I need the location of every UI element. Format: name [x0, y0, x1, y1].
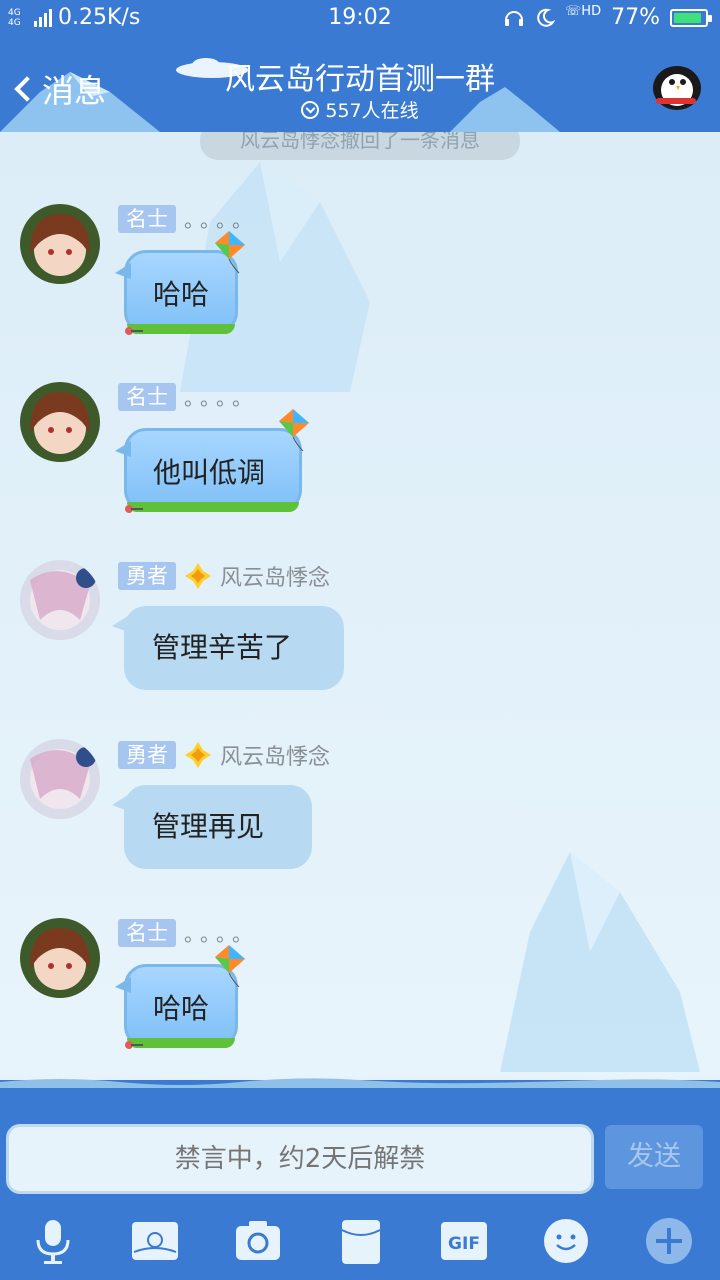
red-packet-icon[interactable]: [336, 1216, 386, 1266]
status-right: ☏HD 77%: [503, 4, 712, 30]
pin-decor-icon: [125, 327, 143, 335]
send-button[interactable]: 发送: [605, 1125, 703, 1189]
pin-decor-icon: [125, 505, 143, 513]
avatar[interactable]: [20, 204, 100, 284]
sender-meta: 名士。。。。: [118, 382, 258, 411]
bubble-grass-decor: [127, 502, 299, 512]
sender-meta: 勇者 风云岛悸念: [118, 560, 330, 592]
bubble-tail: [115, 977, 131, 993]
emoji-icon[interactable]: [541, 1216, 591, 1266]
camera-icon[interactable]: [233, 1216, 283, 1266]
plus-icon[interactable]: [644, 1216, 694, 1266]
avatar[interactable]: [20, 560, 100, 640]
message-text: 管理辛苦了: [152, 631, 293, 664]
title-badge: 名士: [118, 204, 176, 233]
admin-star-icon: [185, 742, 211, 768]
admin-star-icon: [185, 563, 211, 589]
ice-edge-decor: [0, 1078, 720, 1088]
background-iceberg-2: [500, 852, 700, 1072]
message-bubble[interactable]: 管理辛苦了: [112, 606, 344, 690]
group-title[interactable]: 风云岛行动首测一群: [0, 54, 720, 98]
chat-area[interactable]: 风云岛悸念撤回了一条消息 名士。。。。 哈哈 名士。。。。 他叫低调 勇者 风云岛…: [0, 132, 720, 1077]
moon-icon: [537, 8, 556, 27]
chat-header: 消息 风云岛行动首测一群 557人在线: [0, 38, 720, 132]
avatar[interactable]: [20, 382, 100, 462]
kite-icon: [215, 231, 245, 274]
message-bubble[interactable]: 哈哈: [115, 945, 245, 1049]
group-info-penguin-icon[interactable]: [648, 58, 706, 110]
gif-icon[interactable]: GIF: [439, 1216, 489, 1266]
message-bubble[interactable]: 他叫低调: [115, 409, 309, 513]
title-badge: 勇者: [118, 741, 176, 769]
kite-icon: [279, 409, 309, 452]
status-bar: 4G 4G 0.25K/s 19:02 ☏HD 77%: [0, 0, 720, 38]
gif-label: GIF: [448, 1234, 480, 1254]
bubble-tail: [112, 795, 128, 811]
message-bubble[interactable]: 管理再见: [112, 785, 312, 869]
kite-icon: [215, 945, 245, 988]
online-label: 557人在线: [325, 100, 419, 122]
sender-nickname[interactable]: 。。。。: [184, 382, 258, 411]
bubble-tail: [115, 263, 131, 279]
message-text: 哈哈: [153, 992, 210, 1025]
bubble-tail: [115, 441, 131, 457]
message-text: 管理再见: [152, 810, 265, 843]
headset-icon: [505, 10, 524, 26]
input-panel: 发送 GIF: [0, 1078, 720, 1280]
sender-nickname[interactable]: 风云岛悸念: [220, 560, 330, 592]
bubble-tail: [112, 616, 128, 632]
title-badge: 名士: [118, 918, 176, 947]
chevron-down-icon: [301, 100, 320, 119]
message-bubble[interactable]: 哈哈: [115, 231, 245, 335]
avatar[interactable]: [20, 918, 100, 998]
battery-icon: [670, 8, 712, 27]
sender-meta: 勇者 风云岛悸念: [118, 739, 330, 771]
avatar[interactable]: [20, 739, 100, 819]
hd-label: HD: [581, 4, 602, 19]
pin-decor-icon: [125, 1041, 143, 1049]
title-badge: 名士: [118, 382, 176, 411]
microphone-icon[interactable]: [28, 1216, 78, 1266]
message-text: 他叫低调: [153, 456, 266, 489]
message-input[interactable]: [9, 1127, 591, 1191]
message-text: 哈哈: [153, 278, 210, 311]
title-badge: 勇者: [118, 562, 176, 590]
photo-album-icon[interactable]: [130, 1216, 180, 1266]
system-notice: 风云岛悸念撤回了一条消息: [200, 132, 520, 160]
message-input-box[interactable]: [6, 1124, 594, 1194]
online-count[interactable]: 557人在线: [0, 96, 720, 123]
hd-call-icon: ☏HD: [565, 4, 602, 19]
input-toolbar: GIF: [0, 1210, 720, 1280]
battery-percent: 77%: [611, 5, 660, 30]
sender-nickname[interactable]: 风云岛悸念: [220, 739, 330, 771]
